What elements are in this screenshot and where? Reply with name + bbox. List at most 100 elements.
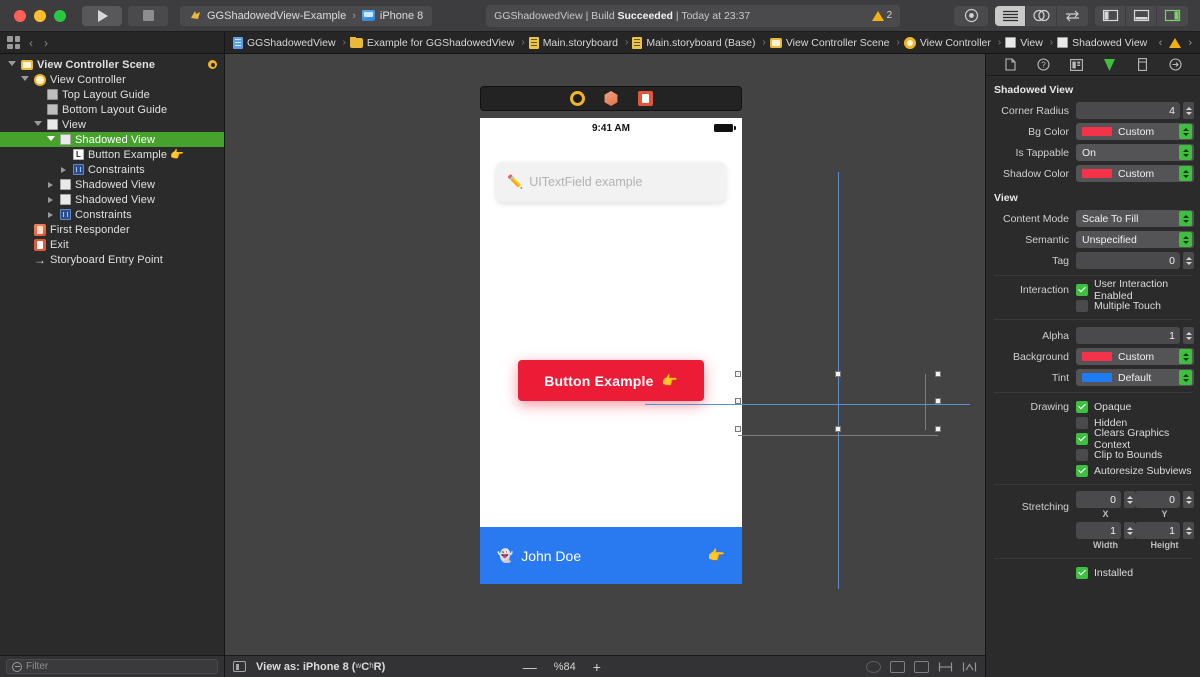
alpha-input[interactable]: 1 bbox=[1076, 327, 1180, 344]
stretching-width-input[interactable]: 1 bbox=[1076, 522, 1121, 539]
hide-debug-area-button[interactable] bbox=[1126, 5, 1157, 26]
resolve-issues-icon[interactable] bbox=[962, 661, 977, 673]
stretching-y-input[interactable]: 0 bbox=[1135, 491, 1180, 508]
opaque-checkbox[interactable] bbox=[1076, 400, 1088, 413]
go-forward-button[interactable]: › bbox=[42, 36, 50, 50]
close-window-button[interactable] bbox=[14, 9, 26, 22]
go-back-button[interactable]: ‹ bbox=[27, 36, 35, 50]
disclosure-triangle[interactable] bbox=[19, 75, 30, 84]
semantic-popup[interactable]: Unspecified bbox=[1076, 231, 1194, 248]
outline-row[interactable]: L Button Example 👉 bbox=[0, 147, 224, 162]
disclosure-triangle[interactable] bbox=[32, 120, 43, 129]
alpha-stepper[interactable] bbox=[1183, 327, 1194, 344]
align-icon[interactable] bbox=[913, 660, 929, 673]
shadow-color-popup[interactable]: Custom bbox=[1076, 165, 1194, 182]
stretching-y-stepper[interactable] bbox=[1183, 491, 1194, 508]
outline-row[interactable]: First Responder bbox=[0, 222, 224, 237]
handle-top-right[interactable] bbox=[935, 371, 941, 377]
tag-stepper[interactable] bbox=[1183, 252, 1194, 269]
connections-inspector-tab[interactable] bbox=[1167, 57, 1184, 72]
outline-row[interactable]: Constraints bbox=[0, 162, 224, 177]
disclosure-triangle[interactable] bbox=[45, 211, 56, 218]
hidden-checkbox[interactable] bbox=[1076, 416, 1088, 429]
breadcrumb-item-main-storyboard[interactable]: Main.storyboard › bbox=[528, 36, 628, 49]
outline-row[interactable]: Bottom Layout Guide bbox=[0, 102, 224, 117]
multiple-touch-checkbox[interactable] bbox=[1076, 299, 1088, 312]
identity-inspector-tab[interactable] bbox=[1068, 57, 1085, 72]
view-controller-scene[interactable]: 9:41 AM ✏️ UITextField example Button Ex… bbox=[480, 86, 742, 584]
outline-row[interactable]: → Storyboard Entry Point bbox=[0, 252, 224, 267]
first-responder-icon[interactable] bbox=[604, 91, 618, 106]
run-button[interactable] bbox=[82, 5, 122, 26]
interface-builder-canvas[interactable]: 9:41 AM ✏️ UITextField example Button Ex… bbox=[225, 54, 985, 655]
stretching-x-input[interactable]: 0 bbox=[1076, 491, 1121, 508]
zoom-window-button[interactable] bbox=[54, 9, 66, 22]
clears-graphics-context-checkbox[interactable] bbox=[1076, 432, 1088, 445]
disclosure-triangle[interactable] bbox=[58, 166, 69, 173]
outline-row[interactable]: Constraints bbox=[0, 207, 224, 222]
breadcrumb-item-ggshadowedview[interactable]: GGShadowedView › bbox=[233, 36, 346, 49]
outline-row[interactable]: Shadowed View bbox=[0, 132, 224, 147]
zoom-out-button[interactable]: — bbox=[523, 660, 537, 674]
button-example[interactable]: Button Example 👉 bbox=[518, 360, 704, 401]
view-controller-icon[interactable] bbox=[569, 91, 585, 106]
is-tappable-popup[interactable]: On bbox=[1076, 144, 1194, 161]
handle-bottom-right[interactable] bbox=[935, 426, 941, 432]
bg-color-popup[interactable]: Custom bbox=[1076, 123, 1194, 140]
filter-input[interactable]: Filter bbox=[6, 659, 218, 674]
breadcrumb-item-view-controller-scene[interactable]: View Controller Scene › bbox=[769, 37, 900, 49]
device-screen[interactable]: 9:41 AM ✏️ UITextField example Button Ex… bbox=[480, 118, 742, 584]
library-button[interactable] bbox=[954, 6, 988, 26]
stop-button[interactable] bbox=[128, 5, 168, 26]
outline-row[interactable]: Shadowed View bbox=[0, 177, 224, 192]
view-as-label[interactable]: View as: iPhone 8 (wChR) bbox=[256, 661, 385, 673]
breadcrumb-item-view[interactable]: View › bbox=[1005, 37, 1053, 49]
zoom-in-button[interactable]: + bbox=[593, 660, 601, 674]
user-interaction-enabled-checkbox[interactable] bbox=[1076, 283, 1088, 296]
version-editor-button[interactable] bbox=[1057, 6, 1088, 26]
background-color-popup[interactable]: Custom bbox=[1076, 348, 1194, 365]
warning-badge[interactable]: 2 bbox=[871, 10, 892, 21]
tag-input[interactable]: 0 bbox=[1076, 252, 1180, 269]
hide-inspector-button[interactable] bbox=[1157, 6, 1188, 26]
breadcrumb-item-view-controller[interactable]: View Controller › bbox=[903, 36, 1001, 49]
activity-view[interactable]: GGShadowedView | Build Succeeded | Today… bbox=[486, 4, 901, 27]
uitextfield[interactable]: ✏️ UITextField example bbox=[496, 162, 726, 202]
disclosure-triangle[interactable] bbox=[6, 60, 17, 69]
stretching-x-stepper[interactable] bbox=[1124, 491, 1135, 508]
breadcrumb-item-shadowed-view[interactable]: Shadowed View bbox=[1057, 37, 1147, 49]
footer-shadowed-view[interactable]: 👻 John Doe 👉 bbox=[480, 527, 742, 584]
previous-issue-button[interactable]: ‹ bbox=[1159, 37, 1163, 49]
stretching-height-stepper[interactable] bbox=[1183, 522, 1194, 539]
disclosure-triangle[interactable] bbox=[45, 196, 56, 203]
outline-row[interactable]: View Controller bbox=[0, 72, 224, 87]
quick-help-inspector-tab[interactable]: ? bbox=[1035, 57, 1052, 72]
disclosure-triangle[interactable] bbox=[45, 135, 56, 144]
outline-row[interactable]: Exit bbox=[0, 237, 224, 252]
minimize-window-button[interactable] bbox=[34, 9, 46, 22]
zoom-level-label[interactable]: %84 bbox=[554, 661, 576, 673]
breadcrumb-item-example-for-ggshadowedview[interactable]: Example for GGShadowedView › bbox=[349, 36, 525, 49]
outline-row[interactable]: Top Layout Guide bbox=[0, 87, 224, 102]
breadcrumb-item-main-storyboard-base[interactable]: Main.storyboard (Base) › bbox=[632, 36, 766, 49]
update-frames-icon[interactable] bbox=[865, 660, 881, 673]
size-inspector-tab[interactable] bbox=[1134, 57, 1151, 72]
corner-radius-input[interactable]: 4 bbox=[1076, 102, 1180, 119]
attributes-inspector-tab[interactable] bbox=[1101, 57, 1118, 72]
disclosure-triangle[interactable] bbox=[45, 181, 56, 188]
add-constraints-icon[interactable] bbox=[938, 661, 953, 673]
standard-editor-button[interactable] bbox=[995, 5, 1026, 26]
outline-row[interactable]: View Controller Scene bbox=[0, 57, 224, 72]
autoresize-subviews-checkbox[interactable] bbox=[1076, 464, 1088, 477]
next-issue-button[interactable]: › bbox=[1188, 37, 1192, 49]
corner-radius-stepper[interactable] bbox=[1183, 102, 1194, 119]
hide-navigator-button[interactable] bbox=[1095, 5, 1126, 26]
file-inspector-tab[interactable] bbox=[1002, 57, 1019, 72]
assistant-editor-button[interactable] bbox=[1026, 5, 1057, 26]
clip-to-bounds-checkbox[interactable] bbox=[1076, 448, 1088, 461]
embed-in-icon[interactable] bbox=[889, 660, 905, 673]
installed-checkbox[interactable] bbox=[1076, 566, 1088, 579]
scene-badge-icon[interactable] bbox=[208, 60, 217, 69]
outline-row[interactable]: Shadowed View bbox=[0, 192, 224, 207]
view-as-icon[interactable] bbox=[233, 661, 246, 672]
